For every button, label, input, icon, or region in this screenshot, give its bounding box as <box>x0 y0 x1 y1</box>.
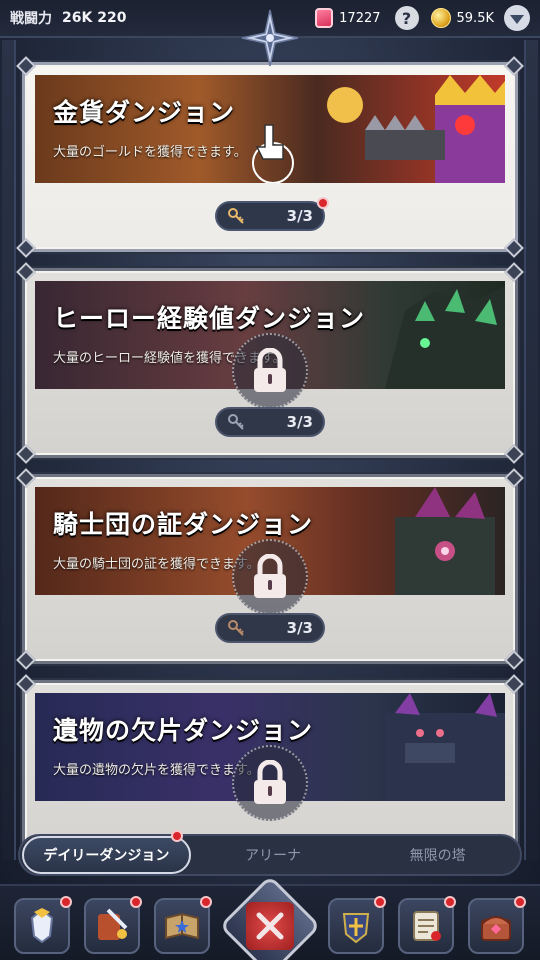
nav-shop-button[interactable] <box>468 896 526 954</box>
left-pillar <box>2 40 16 860</box>
currency-group: 17227 ? 59.5K <box>315 5 530 31</box>
help-button[interactable]: ? <box>394 6 419 30</box>
lock-icon <box>254 348 286 392</box>
key-icon <box>228 414 244 430</box>
dungeon-card-knight-emblem[interactable]: 騎士団の証ダンジョン 大量の騎士団の証を獲得できます。 3/3 <box>16 468 524 670</box>
lock-overlay <box>232 539 308 615</box>
gem-icon <box>315 8 334 28</box>
lock-overlay <box>232 333 308 409</box>
shop-chest-icon <box>481 916 511 941</box>
key-count-value: 3/3 <box>286 619 313 637</box>
lock-icon <box>254 554 286 598</box>
dungeon-title: 遺物の欠片ダンジョン <box>53 716 314 745</box>
dropdown-menu-button[interactable] <box>504 5 530 31</box>
nav-quest-button[interactable] <box>398 896 456 954</box>
book-icon <box>165 912 199 940</box>
dungeon-title: 騎士団の証ダンジョン <box>53 510 314 539</box>
right-pillar <box>524 40 538 860</box>
dungeon-title: ヒーロー経験値ダンジョン <box>53 304 366 333</box>
alert-dot <box>514 896 526 908</box>
tab-infinite-tower[interactable]: 無限の塔 <box>355 836 520 874</box>
dungeon-description: 大量の遺物の欠片を獲得できます。 <box>53 763 260 778</box>
equipment-icon <box>98 908 128 940</box>
nav-book-button[interactable] <box>154 896 212 954</box>
treasure-monster-art <box>327 75 505 183</box>
compass-star-icon <box>240 8 300 68</box>
dark-beast-art <box>385 286 505 389</box>
tab-label: アリーナ <box>245 848 301 864</box>
lock-overlay <box>232 745 308 821</box>
armored-golem-art <box>395 487 495 595</box>
nav-equipment-button[interactable] <box>84 896 142 954</box>
alert-dot <box>200 896 212 908</box>
quest-scroll-icon <box>413 911 441 941</box>
alert-dot <box>317 197 329 209</box>
dungeon-banner: 金貨ダンジョン 大量のゴールドを獲得できます。 <box>35 75 505 183</box>
dungeon-card-gold[interactable]: 金貨ダンジョン 大量のゴールドを獲得できます。 3/3 <box>16 56 524 258</box>
alert-dot <box>130 896 142 908</box>
close-button[interactable] <box>219 875 321 960</box>
alert-dot <box>374 896 386 908</box>
bottom-navigation <box>0 875 540 960</box>
key-counter: 3/3 <box>215 197 329 231</box>
tab-label: デイリーダンジョン <box>43 848 170 864</box>
chevron-down-icon <box>510 15 524 24</box>
coin-icon <box>430 8 451 28</box>
dungeon-tab-bar: デイリーダンジョン アリーナ 無限の塔 <box>18 830 522 876</box>
alert-dot <box>60 896 72 908</box>
key-counter: 3/3 <box>215 407 325 437</box>
tab-daily-dungeon[interactable]: デイリーダンジョン <box>22 830 191 874</box>
tab-label: 無限の塔 <box>409 848 466 864</box>
close-icon <box>256 912 284 940</box>
stone-golem-art <box>385 693 505 801</box>
combat-power-value: 26K 220 <box>62 10 127 26</box>
tap-hand-icon <box>252 124 294 183</box>
key-counter: 3/3 <box>215 613 325 643</box>
combat-power-label: 戦闘力 <box>10 11 52 27</box>
alert-dot <box>444 896 456 908</box>
key-icon <box>228 620 244 636</box>
key-count-value: 3/3 <box>286 413 313 431</box>
lock-icon <box>254 760 286 804</box>
key-count-value: 3/3 <box>286 207 313 225</box>
guild-icon <box>342 913 370 944</box>
alert-dot <box>170 830 183 842</box>
hero-icon <box>30 908 54 944</box>
dungeon-description: 大量の騎士団の証を獲得できます。 <box>53 557 260 572</box>
key-icon <box>228 208 244 224</box>
dungeon-description: 大量のゴールドを獲得できます。 <box>53 145 247 160</box>
nav-hero-button[interactable] <box>14 896 72 954</box>
gem-count: 17227 <box>339 10 381 26</box>
dungeon-card-hero-exp[interactable]: ヒーロー経験値ダンジョン 大量のヒーロー経験値を獲得できます。 3/3 <box>16 262 524 464</box>
dungeon-title: 金貨ダンジョン <box>53 98 236 127</box>
coin-count: 59.5K <box>456 10 494 26</box>
tab-arena[interactable]: アリーナ <box>191 836 356 874</box>
nav-guild-button[interactable] <box>328 896 386 954</box>
